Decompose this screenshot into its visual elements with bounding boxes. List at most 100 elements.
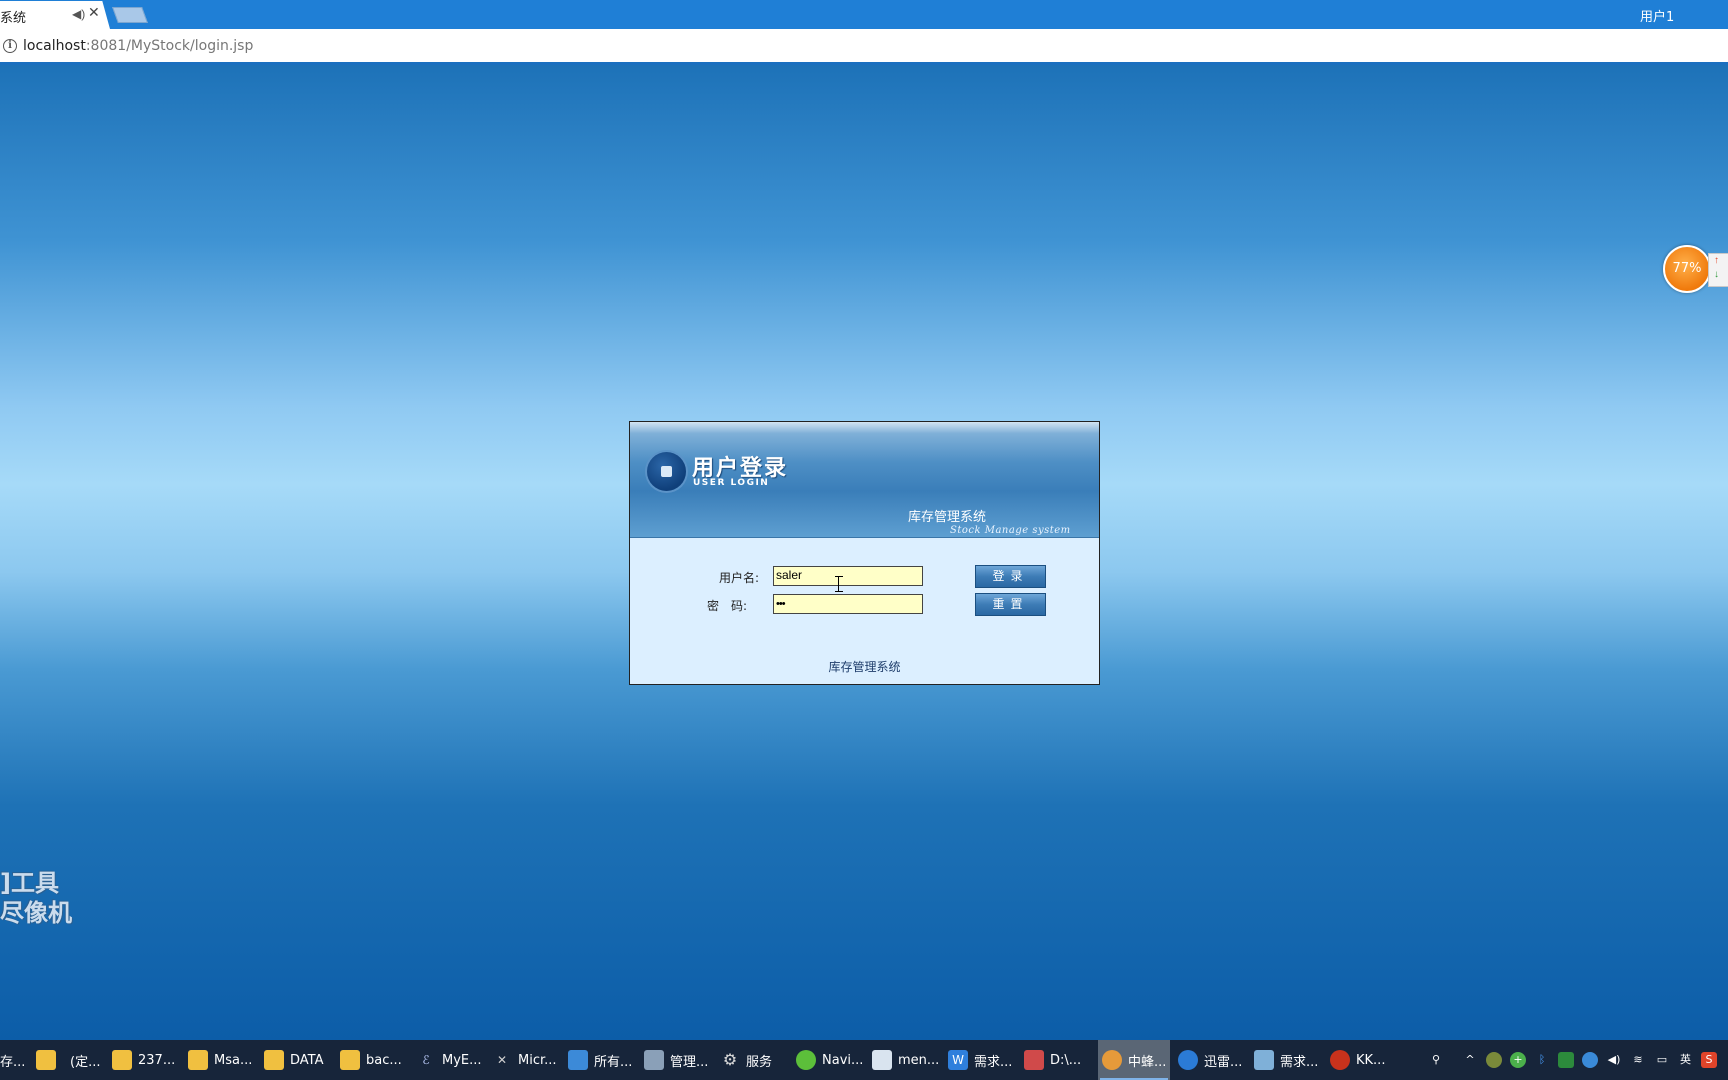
taskbar-item[interactable]: W 需求... — [948, 1040, 1016, 1080]
taskbar-item-label: 需求... — [1280, 1054, 1319, 1070]
taskbar-item-label: Micr... — [518, 1052, 557, 1068]
people-icon[interactable]: ⚲ — [1428, 1052, 1444, 1068]
taskbar-item-label: (定... — [70, 1054, 101, 1070]
taskbar: 存... (定... 237... Msa... DATA bac... ℰ M… — [0, 1040, 1728, 1080]
login-header: 用户登录 USER LOGIN 库存管理系统 Stock Manage syst… — [630, 422, 1099, 538]
system-tray: ⚲ ^ + ᛒ ◀) ≋ ▭ 英 S 20 — [1424, 1040, 1728, 1080]
speaker-icon[interactable]: ◀) — [1606, 1052, 1622, 1068]
taskbar-item[interactable]: ℰ MyE... — [416, 1040, 484, 1080]
tray-app-icon[interactable] — [1486, 1052, 1502, 1068]
browser-tab-active[interactable]: 系统 ◀) ✕ — [0, 1, 110, 29]
taskbar-item[interactable] — [36, 1040, 66, 1080]
folder-icon — [264, 1050, 284, 1070]
ime-indicator[interactable]: 英 — [1680, 1052, 1691, 1068]
login-footer: 库存管理系统 — [828, 660, 901, 674]
taskbar-item-label: D:\... — [1050, 1052, 1082, 1068]
taskbar-item[interactable]: (定... — [70, 1040, 104, 1080]
taskbar-item[interactable]: 237... — [112, 1040, 178, 1080]
taskbar-item[interactable]: 所有... — [568, 1040, 636, 1080]
taskbar-item[interactable]: men... — [872, 1040, 940, 1080]
taskbar-item-label: MyE... — [442, 1052, 482, 1068]
navicat-icon — [796, 1050, 816, 1070]
new-tab-button[interactable] — [112, 7, 148, 23]
taskbar-item[interactable]: 管理... — [644, 1040, 712, 1080]
taskbar-item[interactable]: bac... — [340, 1040, 408, 1080]
url-host: localhost — [23, 38, 86, 54]
tray-green-icon[interactable] — [1558, 1052, 1574, 1068]
folder-icon — [36, 1050, 56, 1070]
folder-icon — [340, 1050, 360, 1070]
speaker-icon[interactable]: ◀) — [72, 7, 85, 21]
taskbar-item-label: KK... — [1356, 1052, 1386, 1068]
speed-widget-tab[interactable]: ↑ ↓ — [1708, 253, 1728, 287]
arrow-up-icon: ↑ — [1714, 255, 1719, 266]
info-icon[interactable]: i — [3, 39, 17, 53]
system-name-en: Stock Manage system — [950, 525, 1071, 536]
folder-icon — [112, 1050, 132, 1070]
taskbar-item-active[interactable]: 中蜂... — [1098, 1040, 1170, 1080]
tray-network-app-icon[interactable] — [1582, 1052, 1598, 1068]
password-input[interactable]: ••• — [773, 594, 923, 614]
notepad-icon — [1254, 1050, 1274, 1070]
browser-user-label[interactable]: 用户1 — [1640, 6, 1674, 25]
bee-icon — [1102, 1050, 1122, 1070]
browser-tab-strip: 系统 ◀) ✕ 用户1 — [0, 0, 1728, 29]
manage-icon — [644, 1050, 664, 1070]
taskbar-item-label: 需求... — [974, 1054, 1013, 1070]
taskbar-item[interactable]: 迅雷... — [1178, 1040, 1246, 1080]
login-logo-icon — [647, 452, 686, 491]
table-icon — [872, 1050, 892, 1070]
tab-title: 系统 — [0, 11, 27, 26]
chevron-up-icon[interactable]: ^ — [1462, 1052, 1478, 1068]
taskbar-item[interactable]: ✕ Micr... — [492, 1040, 560, 1080]
taskbar-item-label: 中蜂... — [1128, 1054, 1167, 1070]
reset-button[interactable]: 重置 — [975, 593, 1046, 616]
address-bar[interactable]: i localhost:8081/MyStock/login.jsp — [0, 29, 1728, 64]
taskbar-item-label: 存... — [0, 1054, 26, 1070]
taskbar-item-label: bac... — [366, 1052, 402, 1068]
taskbar-item-label: DATA — [290, 1052, 324, 1068]
taskbar-item-label: 237... — [138, 1052, 176, 1068]
login-panel: 用户登录 USER LOGIN 库存管理系统 Stock Manage syst… — [629, 421, 1100, 685]
taskbar-item[interactable]: KK... — [1330, 1040, 1390, 1080]
taskbar-item-label: 服务 — [746, 1054, 773, 1070]
tray-plus-icon[interactable]: + — [1510, 1052, 1526, 1068]
sogou-icon[interactable]: S — [1701, 1052, 1717, 1068]
gear-icon: ⚙ — [722, 1050, 738, 1069]
text-cursor-icon — [835, 576, 846, 592]
taskbar-item[interactable]: 需求... — [1254, 1040, 1322, 1080]
login-button[interactable]: 登录 — [975, 565, 1046, 588]
taskbar-item[interactable]: D:\... — [1024, 1040, 1092, 1080]
taskbar-item[interactable]: ⚙ 服务 — [720, 1040, 788, 1080]
word-icon: W — [948, 1050, 968, 1070]
wifi-icon[interactable]: ≋ — [1630, 1052, 1646, 1068]
myeclipse-icon: ℰ — [422, 1053, 430, 1067]
url-text[interactable]: localhost:8081/MyStock/login.jsp — [23, 38, 253, 54]
window-icon — [568, 1050, 588, 1070]
taskbar-item[interactable]: DATA — [264, 1040, 332, 1080]
taskbar-item-label: 迅雷... — [1204, 1054, 1243, 1070]
bluetooth-icon[interactable]: ᛒ — [1534, 1052, 1550, 1068]
username-label: 用户名: — [719, 571, 760, 585]
username-input[interactable]: saler — [773, 566, 923, 586]
page-viewport: 用户登录 USER LOGIN 库存管理系统 Stock Manage syst… — [0, 65, 1728, 1040]
arrow-down-icon: ↓ — [1714, 269, 1719, 280]
tools-icon: ✕ — [496, 1053, 508, 1067]
taskbar-item-label: 所有... — [594, 1054, 633, 1070]
taskbar-item[interactable]: Navi... — [796, 1040, 864, 1080]
speed-widget[interactable]: 77% — [1663, 245, 1711, 293]
kk-icon — [1330, 1050, 1350, 1070]
password-label: 密 码: — [707, 599, 748, 613]
notes-icon[interactable]: ▭ — [1654, 1052, 1670, 1068]
url-path: :8081/MyStock/login.jsp — [85, 38, 254, 54]
taskbar-item-label: Navi... — [822, 1052, 864, 1068]
taskbar-item-label: 管理... — [670, 1054, 709, 1070]
thunder-icon — [1178, 1050, 1198, 1070]
close-icon[interactable]: ✕ — [88, 5, 100, 21]
editor-icon — [1024, 1050, 1044, 1070]
login-logo-square — [661, 466, 672, 477]
login-title-en: USER LOGIN — [693, 478, 770, 488]
taskbar-item[interactable]: 存... — [0, 1040, 30, 1080]
taskbar-item-label: men... — [898, 1052, 940, 1068]
taskbar-item[interactable]: Msa... — [188, 1040, 256, 1080]
